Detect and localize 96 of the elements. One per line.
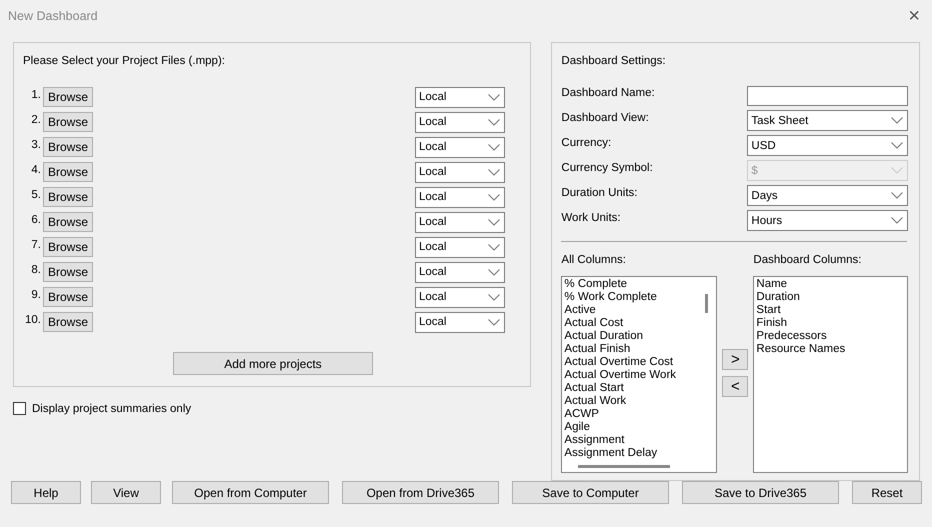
row-number: 5. <box>30 189 41 201</box>
row-number: 7. <box>30 239 41 251</box>
field-label: Duration Units: <box>561 186 638 201</box>
row-number: 3. <box>30 139 41 151</box>
chevron-icon <box>488 318 500 326</box>
chevron-icon <box>891 142 904 149</box>
dialog-button[interactable]: Open from Drive365 <box>342 481 499 504</box>
checkbox[interactable] <box>13 402 26 415</box>
chevron-icon <box>891 167 904 174</box>
browse-button[interactable]: Browse <box>43 262 93 282</box>
list-item[interactable]: Start <box>756 304 906 317</box>
browse-button[interactable]: Browse <box>43 87 93 107</box>
location-dropdown[interactable]: Local <box>415 162 505 182</box>
section-heading: Dashboard Settings: <box>561 55 667 69</box>
location-dropdown[interactable]: Local <box>415 86 505 108</box>
chevron-icon <box>891 117 904 124</box>
chevron-icon <box>488 168 500 176</box>
dropdown[interactable]: Task Sheet <box>747 110 908 131</box>
add-projects-button[interactable]: Add more projects <box>173 352 373 375</box>
field-label: Dashboard View: <box>561 111 650 126</box>
chevron-icon <box>488 218 500 226</box>
dialog-button[interactable]: View <box>91 481 161 504</box>
chevron-icon <box>488 294 500 300</box>
checkbox-label: Display project summaries only <box>32 402 192 414</box>
list-item[interactable]: Resource Names <box>756 343 906 356</box>
list-item[interactable]: Duration <box>756 291 906 304</box>
field-label: Currency Symbol: <box>561 161 654 176</box>
browse-button[interactable]: Browse <box>43 112 93 132</box>
browse-button[interactable]: Browse <box>43 212 93 232</box>
location-dropdown[interactable]: Local <box>415 262 505 282</box>
chevron-icon <box>488 244 500 250</box>
list-item[interactable]: Actual Overtime Cost <box>564 356 702 369</box>
chevron-icon <box>891 217 904 224</box>
chevron-icon <box>488 194 500 200</box>
list-item[interactable]: ACWP <box>564 408 702 421</box>
list-item[interactable]: Name <box>756 278 906 291</box>
chevron-icon <box>488 144 500 150</box>
browse-button[interactable]: Browse <box>43 162 93 182</box>
text-field[interactable] <box>747 86 908 106</box>
list-item[interactable]: Agile <box>564 421 702 434</box>
list-item[interactable]: Active <box>564 304 702 317</box>
location-dropdown[interactable]: Local <box>415 112 505 132</box>
dialog-button[interactable]: Reset <box>852 481 922 504</box>
list-item[interactable]: Assignment <box>564 434 702 447</box>
chevron-icon <box>488 268 500 276</box>
list-item[interactable]: Finish <box>756 317 906 330</box>
dialog-button[interactable]: Save to Drive365 <box>682 481 839 504</box>
location-dropdown[interactable]: Local <box>415 286 505 308</box>
location-dropdown[interactable]: Local <box>415 312 505 332</box>
scrollbar[interactable] <box>578 465 670 468</box>
list-item[interactable]: Actual Work <box>564 395 702 408</box>
list-label: All Columns: <box>561 254 627 268</box>
dialog-button[interactable]: Help <box>11 481 81 504</box>
row-number: 8. <box>30 264 41 276</box>
row-number: 6. <box>30 214 41 226</box>
browse-button[interactable]: Browse <box>43 137 93 157</box>
dialog-button[interactable]: Save to Computer <box>512 481 669 504</box>
list-item[interactable]: Predecessors <box>756 330 906 343</box>
window-title: New Dashboard <box>8 9 98 23</box>
section-heading: Please Select your Project Files (.mpp): <box>23 55 226 69</box>
close-button[interactable]: × <box>904 6 924 26</box>
browse-button[interactable]: Browse <box>43 287 93 307</box>
location-dropdown[interactable]: Local <box>415 186 505 208</box>
move-button[interactable]: > <box>722 349 748 370</box>
row-number: 10. <box>24 314 41 326</box>
list-item[interactable]: Assignment Delay <box>564 447 702 460</box>
dropdown[interactable]: Hours <box>747 210 908 231</box>
location-dropdown[interactable]: Local <box>415 236 505 258</box>
row-number: 4. <box>30 164 41 176</box>
field-label: Dashboard Name: <box>561 86 656 101</box>
dropdown[interactable]: Days <box>747 185 908 206</box>
browse-button[interactable]: Browse <box>43 237 93 257</box>
chevron-icon <box>891 192 904 199</box>
list-item[interactable]: Actual Overtime Work <box>564 369 702 382</box>
list-item[interactable]: % Complete <box>564 278 702 291</box>
move-button[interactable]: < <box>722 376 748 397</box>
location-dropdown[interactable]: Local <box>415 136 505 158</box>
chevron-icon <box>488 94 500 100</box>
row-number: 1. <box>30 89 41 101</box>
chevron-icon <box>488 118 500 126</box>
field-label: Currency: <box>561 136 612 151</box>
field-label: Work Units: <box>561 211 622 226</box>
browse-button[interactable]: Browse <box>43 312 93 332</box>
dropdown[interactable]: USD <box>747 135 908 156</box>
location-dropdown[interactable]: Local <box>415 212 505 232</box>
scrollbar[interactable] <box>705 294 708 313</box>
list-item[interactable]: Actual Finish <box>564 343 702 356</box>
row-number: 2. <box>30 114 41 126</box>
list-item[interactable]: Actual Cost <box>564 317 702 330</box>
dialog-button[interactable]: Open from Computer <box>172 481 329 504</box>
list-item[interactable]: % Work Complete <box>564 291 702 304</box>
list-item[interactable]: Actual Start <box>564 382 702 395</box>
list-item[interactable]: Actual Duration <box>564 330 702 343</box>
browse-button[interactable]: Browse <box>43 187 93 207</box>
row-number: 9. <box>30 289 41 301</box>
list-label: Dashboard Columns: <box>753 254 862 268</box>
